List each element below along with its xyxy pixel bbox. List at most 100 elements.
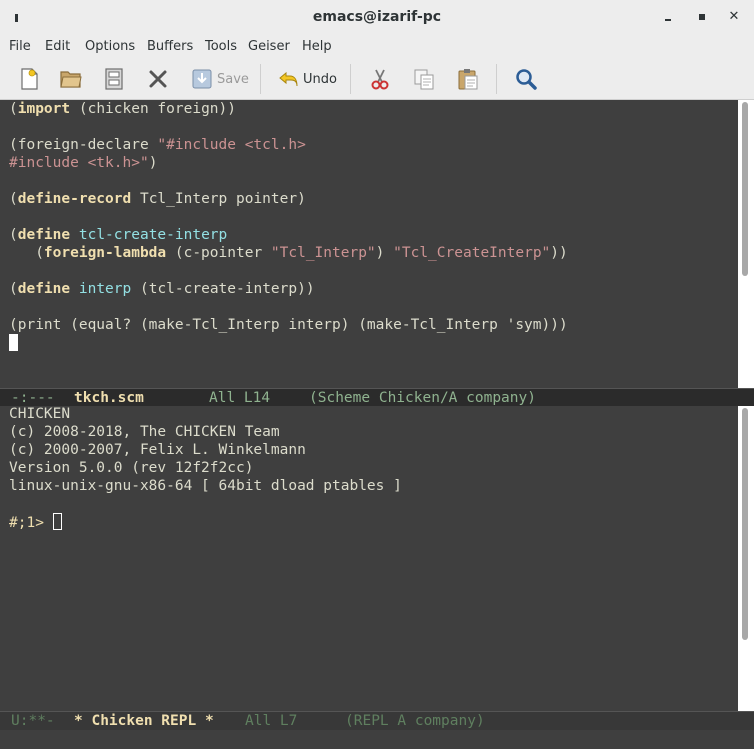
- string-token: "Tcl_Interp": [270, 245, 376, 261]
- code-token: (tcl-create-interp)): [131, 281, 315, 297]
- repl-output-line: CHICKEN: [9, 406, 71, 422]
- tool-bar: Save Undo: [0, 58, 754, 100]
- repl-text[interactable]: CHICKEN (c) 2008-2018, The CHICKEN Team (c…: [9, 405, 402, 531]
- string-token: "#include <tcl.h>: [157, 137, 306, 153]
- code-line[interactable]: (define interp (tcl-create-interp)): [9, 280, 568, 298]
- repl-input-line[interactable]: #;1>: [9, 513, 402, 531]
- code-token: (foreign-declare: [9, 137, 158, 153]
- window-title: emacs@izarif-pc: [312, 9, 442, 25]
- keyword-token: import: [17, 101, 71, 117]
- search-icon: [516, 69, 537, 90]
- toolbar-separator: [260, 64, 261, 94]
- code-line[interactable]: (define tcl-create-interp: [9, 226, 568, 244]
- close-button[interactable]: ✕: [727, 10, 741, 24]
- save-label: Save: [217, 71, 249, 87]
- text-cursor: [9, 334, 18, 351]
- keyword-token: foreign-lambda: [43, 245, 167, 261]
- title-bar: emacs@izarif-pc ✕: [0, 0, 754, 34]
- code-token: ): [375, 245, 394, 261]
- maximize-button[interactable]: [695, 10, 709, 24]
- repl-buffer-position: All L7: [245, 713, 298, 729]
- save-button[interactable]: Save: [191, 66, 249, 92]
- code-line[interactable]: [9, 208, 568, 226]
- code-line[interactable]: (print (equal? (make-Tcl_Interp interp) …: [9, 316, 568, 334]
- paste-icon: [458, 69, 478, 90]
- menu-help[interactable]: Help: [302, 39, 332, 54]
- code-line[interactable]: [9, 118, 568, 136]
- code-line[interactable]: (define-record Tcl_Interp pointer): [9, 190, 568, 208]
- editor-scroll-thumb[interactable]: [742, 102, 748, 276]
- repl-cursor: [52, 513, 62, 530]
- toolbar-separator: [496, 64, 497, 94]
- code-line[interactable]: [9, 298, 568, 316]
- paste-button[interactable]: [456, 66, 480, 92]
- folder-open-icon: [60, 71, 82, 88]
- code-token: (: [9, 101, 18, 117]
- save-icon: [192, 69, 212, 89]
- file-cabinet-icon: [105, 68, 123, 90]
- keyword-token: define: [17, 281, 71, 297]
- cut-button[interactable]: [368, 66, 392, 92]
- keyword-token: define-record: [17, 191, 132, 207]
- menu-edit[interactable]: Edit: [45, 39, 70, 54]
- echo-area[interactable]: [0, 730, 754, 749]
- repl-buffer-status: U:**-: [11, 713, 55, 729]
- code-line[interactable]: (foreign-declare "#include <tcl.h>: [9, 136, 568, 154]
- code-line[interactable]: [9, 262, 568, 280]
- new-file-button[interactable]: [18, 66, 40, 92]
- menu-geiser[interactable]: Geiser: [248, 39, 290, 54]
- repl-mode-line[interactable]: U:**- * Chicken REPL * All L7 (REPL A compa…: [0, 711, 754, 730]
- function-name-token: interp: [78, 281, 132, 297]
- code-token: (chicken foreign)): [70, 101, 236, 117]
- repl-pane[interactable]: CHICKEN (c) 2008-2018, The CHICKEN Team (c…: [0, 406, 738, 711]
- repl-output-line: [9, 495, 402, 513]
- code-token: )): [550, 245, 568, 261]
- code-token: (: [9, 281, 18, 297]
- undo-button[interactable]: Undo: [277, 66, 337, 92]
- undo-arrow-icon: [279, 71, 298, 87]
- repl-prompt: #;1>: [9, 515, 53, 531]
- repl-output-line: (c) 2008-2018, The CHICKEN Team: [9, 424, 280, 440]
- search-button[interactable]: [514, 66, 538, 92]
- minimize-button[interactable]: [661, 10, 675, 24]
- editor-scrollbar[interactable]: [738, 100, 754, 388]
- repl-output-line: linux-unix-gnu-x86-64 [ 64bit dload ptab…: [9, 478, 402, 494]
- code-token: ): [148, 155, 158, 171]
- string-token: "Tcl_CreateInterp": [393, 245, 551, 261]
- menu-options[interactable]: Options: [85, 39, 135, 54]
- code-line[interactable]: #include <tk.h>"): [9, 154, 568, 172]
- scissors-icon: [371, 69, 389, 90]
- code-token: (print (equal? (make-Tcl_Interp interp) …: [9, 317, 568, 333]
- repl-buffer-name[interactable]: * Chicken REPL *: [74, 712, 214, 730]
- toolbar-separator: [350, 64, 351, 94]
- copy-button[interactable]: [412, 66, 436, 92]
- repl-scrollbar[interactable]: [738, 406, 754, 711]
- dired-button[interactable]: [103, 66, 125, 92]
- copy-icon: [414, 69, 434, 90]
- repl-scroll-thumb[interactable]: [742, 408, 748, 640]
- undo-label: Undo: [303, 71, 337, 87]
- code-line[interactable]: [9, 172, 568, 190]
- emacs-window: emacs@izarif-pc ✕ File Edit Options Buff…: [0, 0, 754, 749]
- editor-text[interactable]: (import (chicken foreign)) (foreign-decla…: [9, 100, 568, 352]
- menu-bar: File Edit Options Buffers Tools Geiser H…: [0, 34, 754, 58]
- editor-pane[interactable]: (import (chicken foreign)) (foreign-decla…: [0, 100, 738, 388]
- repl-major-mode[interactable]: (REPL A company): [345, 712, 485, 730]
- close-x-icon: [149, 70, 167, 88]
- open-file-button[interactable]: [59, 66, 83, 92]
- code-token: (: [9, 191, 18, 207]
- menu-file[interactable]: File: [9, 39, 31, 54]
- code-line[interactable]: [9, 334, 568, 352]
- keyword-token: define: [17, 227, 71, 243]
- code-line[interactable]: (import (chicken foreign)): [9, 100, 568, 118]
- code-token: (: [9, 245, 44, 261]
- string-token: #include <tk.h>": [9, 155, 149, 171]
- kill-buffer-button[interactable]: [147, 66, 169, 92]
- menu-tools[interactable]: Tools: [205, 39, 237, 54]
- code-token: (c-pointer: [166, 245, 271, 261]
- new-file-icon: [21, 68, 38, 90]
- menu-buffers[interactable]: Buffers: [147, 39, 193, 54]
- function-name-token: tcl-create-interp: [78, 227, 228, 243]
- code-line[interactable]: (foreign-lambda (c-pointer "Tcl_Interp")…: [9, 244, 568, 262]
